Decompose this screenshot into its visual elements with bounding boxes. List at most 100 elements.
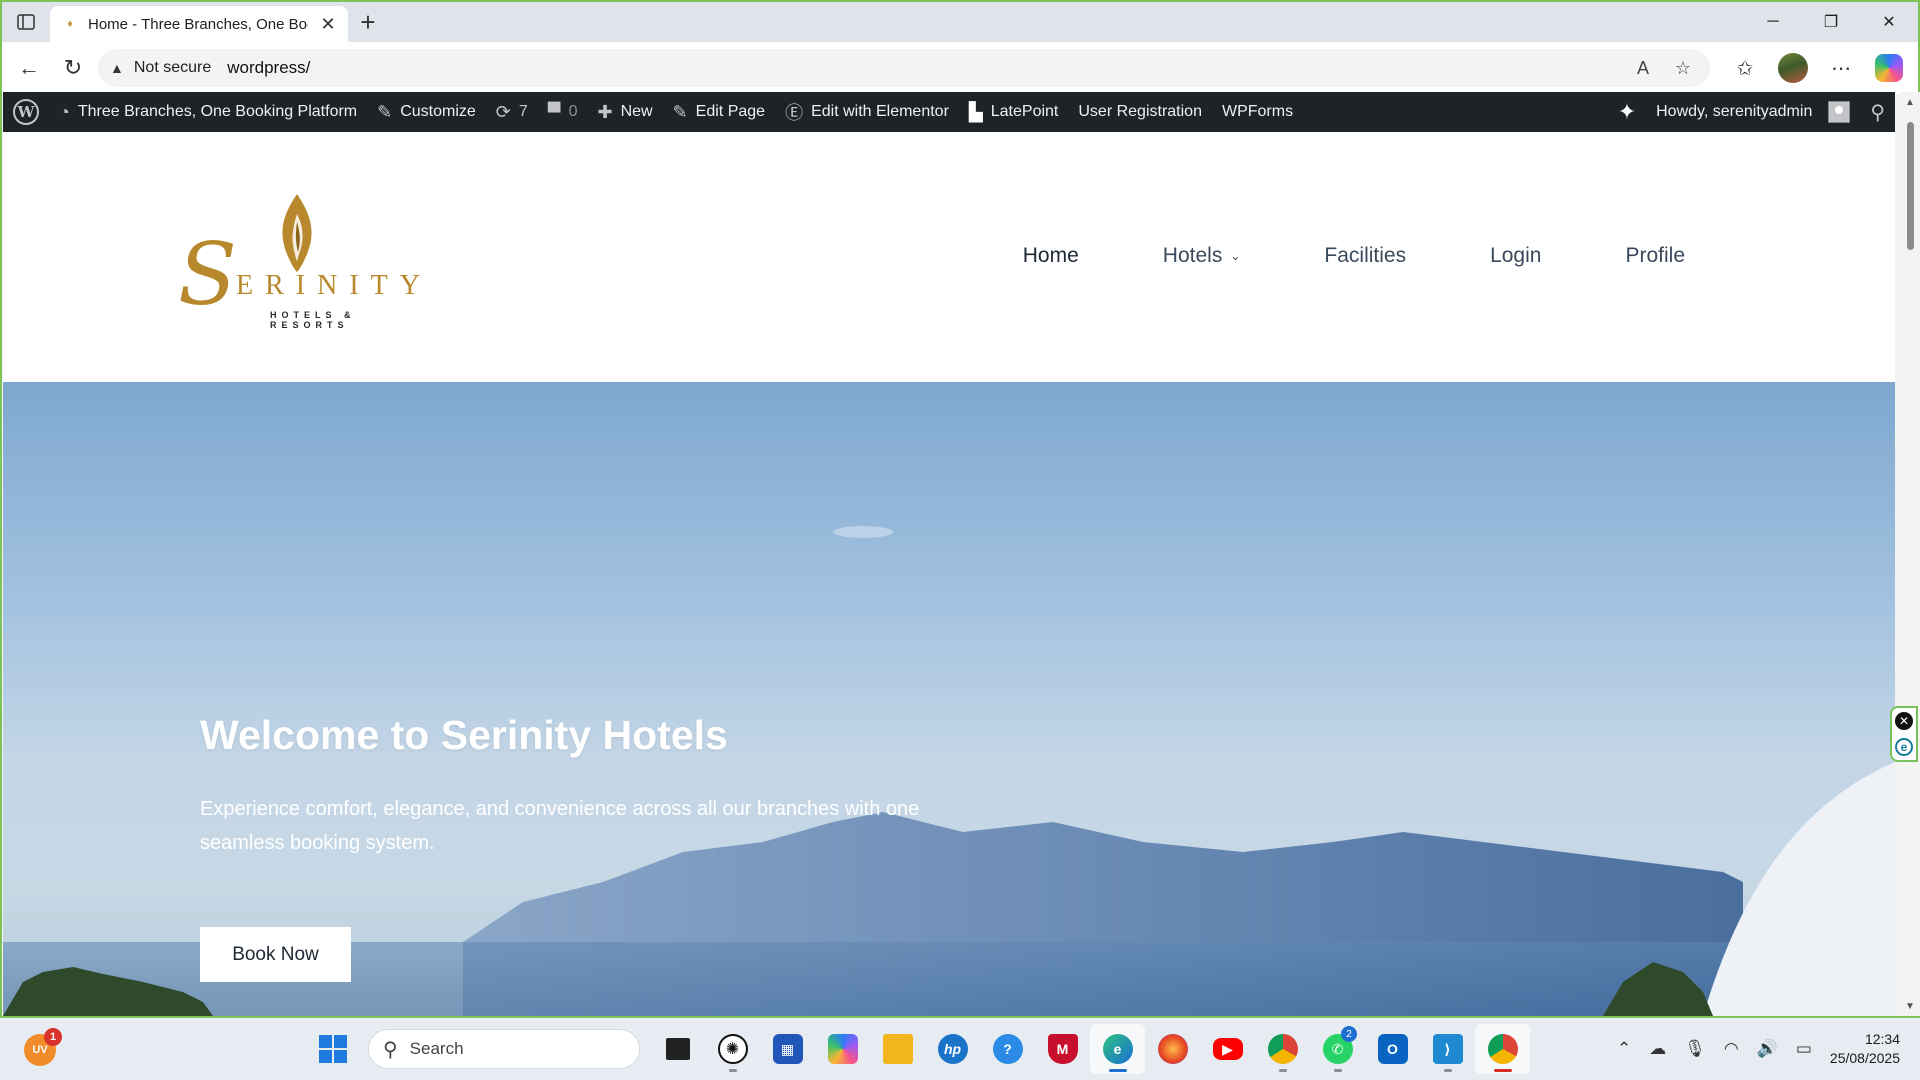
hero-background-image xyxy=(3,526,1895,1016)
menu-item-home[interactable]: Home xyxy=(1023,244,1079,268)
taskbar-apps: ⚲ Search ✺ ▦ hp ? M e ▶ ✆ 2 O ⟩ xyxy=(308,1024,1530,1074)
whatsapp-badge: 2 xyxy=(1341,1026,1357,1042)
running-indicator xyxy=(1333,1069,1342,1072)
favorites-button[interactable]: ✩ xyxy=(1724,49,1766,87)
wp-admin-bar-right: ✦ Howdy, serenityadmin ⚲ xyxy=(1608,92,1895,132)
wp-new[interactable]: ✚ New xyxy=(587,92,662,132)
comments-count: 0 xyxy=(568,103,578,120)
folder-icon xyxy=(882,1034,913,1064)
taskbar-app-mcafee[interactable]: M xyxy=(1035,1024,1090,1074)
read-aloud-icon[interactable]: A xyxy=(1628,58,1658,79)
scroll-down-icon[interactable]: ▼ xyxy=(1900,996,1920,1016)
wp-updates[interactable]: ⟳ 7 xyxy=(486,92,538,132)
reload-button[interactable]: ↻ xyxy=(54,49,92,87)
latepoint-icon: ▙ xyxy=(968,101,983,122)
sidebar-toggle-button[interactable] xyxy=(2,2,50,42)
volume-icon[interactable]: 🔊 xyxy=(1757,1039,1778,1059)
site-name-label: Three Branches, One Booking Platform xyxy=(77,103,358,120)
start-button[interactable] xyxy=(308,1024,358,1074)
book-now-button[interactable]: Book Now xyxy=(200,927,351,982)
taskbar-app-chatgpt[interactable]: ✺ xyxy=(705,1024,760,1074)
scrollbar-thumb[interactable] xyxy=(1907,122,1914,250)
wp-logo-menu[interactable]: W xyxy=(3,92,49,132)
tab-home[interactable]: ♦ Home - Three Branches, One Booking Pla… xyxy=(50,6,348,42)
taskbar-app-edge[interactable]: e xyxy=(1090,1024,1145,1074)
edit-elementor-label: Edit with Elementor xyxy=(811,103,949,120)
taskbar-app-whatsapp[interactable]: ✆ 2 xyxy=(1310,1024,1365,1074)
wp-site-name[interactable]: ◔ Three Branches, One Booking Platform xyxy=(49,92,367,132)
running-indicator xyxy=(1278,1069,1287,1072)
menu-item-hotels-label: Hotels xyxy=(1162,244,1223,267)
copilot-icon xyxy=(827,1034,858,1064)
page-scrollbar[interactable]: ▲ ▼ xyxy=(1900,92,1920,1016)
site-logo[interactable]: S ERINITY HOTELS & RESORTS xyxy=(178,192,420,342)
weather-widget[interactable]: UV 1 xyxy=(24,1028,62,1066)
wp-customize[interactable]: ✎ Customize xyxy=(367,92,486,132)
battery-icon[interactable]: ▭ xyxy=(1796,1039,1812,1059)
close-window-button[interactable]: ✕ xyxy=(1860,2,1918,42)
url-text[interactable]: wordpress/ xyxy=(227,58,1618,78)
wp-search[interactable]: ⚲ xyxy=(1860,92,1895,132)
menu-item-facilities[interactable]: Facilities xyxy=(1324,244,1406,268)
help-icon: ? xyxy=(992,1034,1023,1064)
window-controls: ─ ❐ ✕ xyxy=(1744,2,1918,42)
logo-letter: S xyxy=(178,225,237,325)
wp-edit-elementor[interactable]: Ⓔ Edit with Elementor xyxy=(775,92,959,132)
profile-button[interactable] xyxy=(1772,49,1814,87)
wifi-icon[interactable]: ◠ xyxy=(1724,1039,1739,1059)
taskbar-app-explorer[interactable] xyxy=(870,1024,925,1074)
scroll-up-icon[interactable]: ▲ xyxy=(1900,92,1920,112)
profile-avatar xyxy=(1778,53,1808,83)
back-button[interactable]: ← xyxy=(10,49,48,87)
wp-wpforms[interactable]: WPForms xyxy=(1212,92,1303,132)
taskbar-search[interactable]: ⚲ Search xyxy=(368,1029,640,1069)
taskbar-app-chrome-profile[interactable] xyxy=(1475,1024,1530,1074)
close-circle-icon[interactable]: ✕ xyxy=(1895,712,1913,730)
menu-item-hotels[interactable]: Hotels ⌄ xyxy=(1163,244,1241,268)
wp-comments[interactable]: ▀ 0 xyxy=(538,92,588,132)
taskbar-app-youtube[interactable]: ▶ xyxy=(1200,1024,1255,1074)
wp-ai-sparkle[interactable]: ✦ xyxy=(1608,92,1646,132)
mcafee-shield-icon: M xyxy=(1047,1034,1078,1064)
taskbar-app-vscode[interactable]: ⟩ xyxy=(1420,1024,1475,1074)
close-tab-icon[interactable]: ✕ xyxy=(318,14,338,35)
system-tray: ⌃ ☁ 🎙 ◠ 🔊 ▭ 12:34 25/08/2025 xyxy=(1617,1018,1900,1080)
pencil-icon: ✎ xyxy=(672,101,688,122)
wp-latepoint[interactable]: ▙ LatePoint xyxy=(959,92,1068,132)
elementor-circle-icon[interactable]: e xyxy=(1895,738,1913,756)
security-label[interactable]: Not secure xyxy=(134,59,211,77)
wp-edit-page[interactable]: ✎ Edit Page xyxy=(663,92,775,132)
taskbar-app-store[interactable]: ▦ xyxy=(760,1024,815,1074)
menu-item-login[interactable]: Login xyxy=(1490,244,1541,268)
outlook-icon: O xyxy=(1377,1034,1408,1064)
minimize-button[interactable]: ─ xyxy=(1744,2,1802,42)
onedrive-cloud-icon[interactable]: ☁ xyxy=(1649,1039,1666,1059)
taskbar-app-tips[interactable]: ? xyxy=(980,1024,1035,1074)
taskbar-clock[interactable]: 12:34 25/08/2025 xyxy=(1830,1030,1900,1068)
copilot-button[interactable] xyxy=(1868,49,1910,87)
restore-button[interactable]: ❐ xyxy=(1802,2,1860,42)
microphone-icon[interactable]: 🎙 xyxy=(1684,1039,1706,1059)
new-tab-button[interactable]: + xyxy=(348,2,388,42)
taskbar-app-chrome[interactable] xyxy=(1255,1024,1310,1074)
menu-item-profile[interactable]: Profile xyxy=(1625,244,1685,268)
taskbar-app-copilot[interactable] xyxy=(815,1024,870,1074)
favorite-star-icon[interactable]: ☆ xyxy=(1668,58,1698,79)
wpforms-label: WPForms xyxy=(1221,103,1294,120)
warning-triangle-icon[interactable]: ▲ xyxy=(110,60,124,76)
address-bar[interactable]: ▲ Not secure wordpress/ A ☆ xyxy=(98,49,1710,87)
wp-user-registration[interactable]: User Registration xyxy=(1068,92,1212,132)
hero-section: Welcome to Serinity Hotels Experience co… xyxy=(3,382,1895,1016)
taskbar-app-task-view[interactable] xyxy=(650,1024,705,1074)
copilot-icon xyxy=(1875,54,1903,82)
clock-time: 12:34 xyxy=(1864,1031,1900,1047)
wp-admin-bar: W ◔ Three Branches, One Booking Platform … xyxy=(3,92,1895,132)
chevron-up-icon[interactable]: ⌃ xyxy=(1617,1039,1631,1059)
taskbar-app-firefox[interactable] xyxy=(1145,1024,1200,1074)
user-avatar xyxy=(1828,101,1851,123)
taskbar-app-outlook[interactable]: O xyxy=(1365,1024,1420,1074)
wp-my-account[interactable]: Howdy, serenityadmin xyxy=(1646,92,1860,132)
taskbar-app-hp[interactable]: hp xyxy=(925,1024,980,1074)
more-menu-button[interactable]: ⋯ xyxy=(1820,49,1862,87)
edge-icon: e xyxy=(1102,1034,1133,1064)
